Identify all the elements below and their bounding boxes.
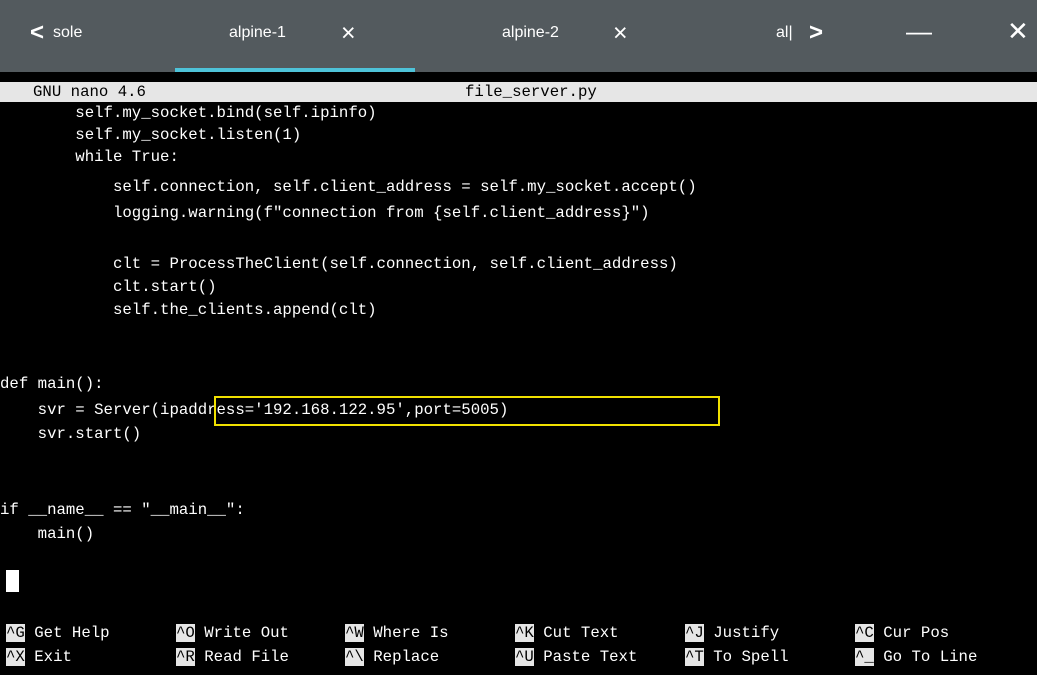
file-name: file_server.py: [465, 83, 597, 101]
tab-alpine-1[interactable]: alpine-1: [229, 22, 286, 44]
shortcut-key: ^U: [515, 648, 534, 666]
shortcut-key: ^W: [345, 624, 364, 642]
code-line: svr.start(): [0, 425, 142, 443]
shortcut-key: ^G: [6, 624, 25, 642]
shortcut-label: Replace: [373, 648, 440, 666]
code-line: self.the_clients.append(clt): [0, 301, 377, 319]
close-tab-alpine-2-icon[interactable]: ×: [613, 18, 628, 48]
highlight-annotation: [214, 396, 720, 426]
shortcut-get-help[interactable]: ^G Get Help: [6, 622, 110, 644]
shortcut-cur-pos[interactable]: ^C Cur Pos: [855, 622, 949, 644]
shortcut-key: ^X: [6, 648, 25, 666]
terminal-tab-bar: < sole alpine-1 × alpine-2 × al| > — ✕: [0, 0, 1037, 72]
shortcut-paste-text[interactable]: ^U Paste Text: [515, 646, 637, 668]
shortcut-label: Read File: [204, 648, 289, 666]
shortcut-key: ^R: [176, 648, 195, 666]
code-line: if __name__ == "__main__":: [0, 501, 245, 519]
shortcut-label: Exit: [34, 648, 72, 666]
shortcut-replace[interactable]: ^\ Replace: [345, 646, 439, 668]
code-line: def main():: [0, 375, 104, 393]
minimize-icon[interactable]: —: [906, 16, 932, 46]
shortcut-label: To Spell: [713, 648, 789, 666]
tab-alpine-2[interactable]: alpine-2: [502, 22, 559, 44]
scroll-tabs-left-icon[interactable]: <: [30, 18, 44, 48]
shortcut-exit[interactable]: ^X Exit: [6, 646, 72, 668]
shortcut-label: Write Out: [204, 624, 289, 642]
code-line: self.my_socket.listen(1): [0, 126, 302, 144]
text-cursor: [6, 570, 19, 592]
shortcut-read-file[interactable]: ^R Read File: [176, 646, 289, 668]
code-line: main(): [0, 525, 95, 543]
shortcut-label: Where Is: [373, 624, 449, 642]
nano-editor[interactable]: GNU nano 4.6 file_server.py self.my_sock…: [0, 72, 1037, 675]
nano-version: GNU nano 4.6: [33, 83, 146, 101]
tab-alpine-3[interactable]: al|: [776, 22, 793, 44]
shortcut-cut-text[interactable]: ^K Cut Text: [515, 622, 619, 644]
code-line: self.my_socket.bind(self.ipinfo): [0, 104, 377, 122]
shortcut-key: ^J: [685, 624, 704, 642]
shortcut-key: ^_: [855, 648, 874, 666]
code-line: self.connection, self.client_address = s…: [0, 178, 697, 196]
shortcut-justify[interactable]: ^J Justify: [685, 622, 779, 644]
shortcut-key: ^O: [176, 624, 195, 642]
code-line: while True:: [0, 148, 179, 166]
close-window-icon[interactable]: ✕: [1007, 16, 1029, 46]
scroll-tabs-right-icon[interactable]: >: [809, 18, 823, 48]
shortcut-label: Justify: [713, 624, 780, 642]
shortcut-key: ^C: [855, 624, 874, 642]
shortcut-key: ^K: [515, 624, 534, 642]
code-line: clt.start(): [0, 278, 217, 296]
shortcut-label: Cur Pos: [883, 624, 950, 642]
shortcut-label: Paste Text: [543, 648, 638, 666]
shortcut-key: ^\: [345, 648, 364, 666]
shortcut-label: Go To Line: [883, 648, 978, 666]
close-tab-alpine-1-icon[interactable]: ×: [341, 18, 356, 48]
nano-title-bar: GNU nano 4.6 file_server.py: [0, 82, 1037, 102]
shortcut-key: ^T: [685, 648, 704, 666]
shortcut-label: Get Help: [34, 624, 110, 642]
shortcut-where-is[interactable]: ^W Where Is: [345, 622, 449, 644]
tab-console[interactable]: sole: [53, 22, 82, 44]
code-line: logging.warning(f"connection from {self.…: [0, 204, 650, 222]
shortcut-go-to-line[interactable]: ^_ Go To Line: [855, 646, 977, 668]
shortcut-to-spell[interactable]: ^T To Spell: [685, 646, 789, 668]
code-line: clt = ProcessTheClient(self.connection, …: [0, 255, 678, 273]
shortcut-label: Cut Text: [543, 624, 619, 642]
shortcut-write-out[interactable]: ^O Write Out: [176, 622, 289, 644]
